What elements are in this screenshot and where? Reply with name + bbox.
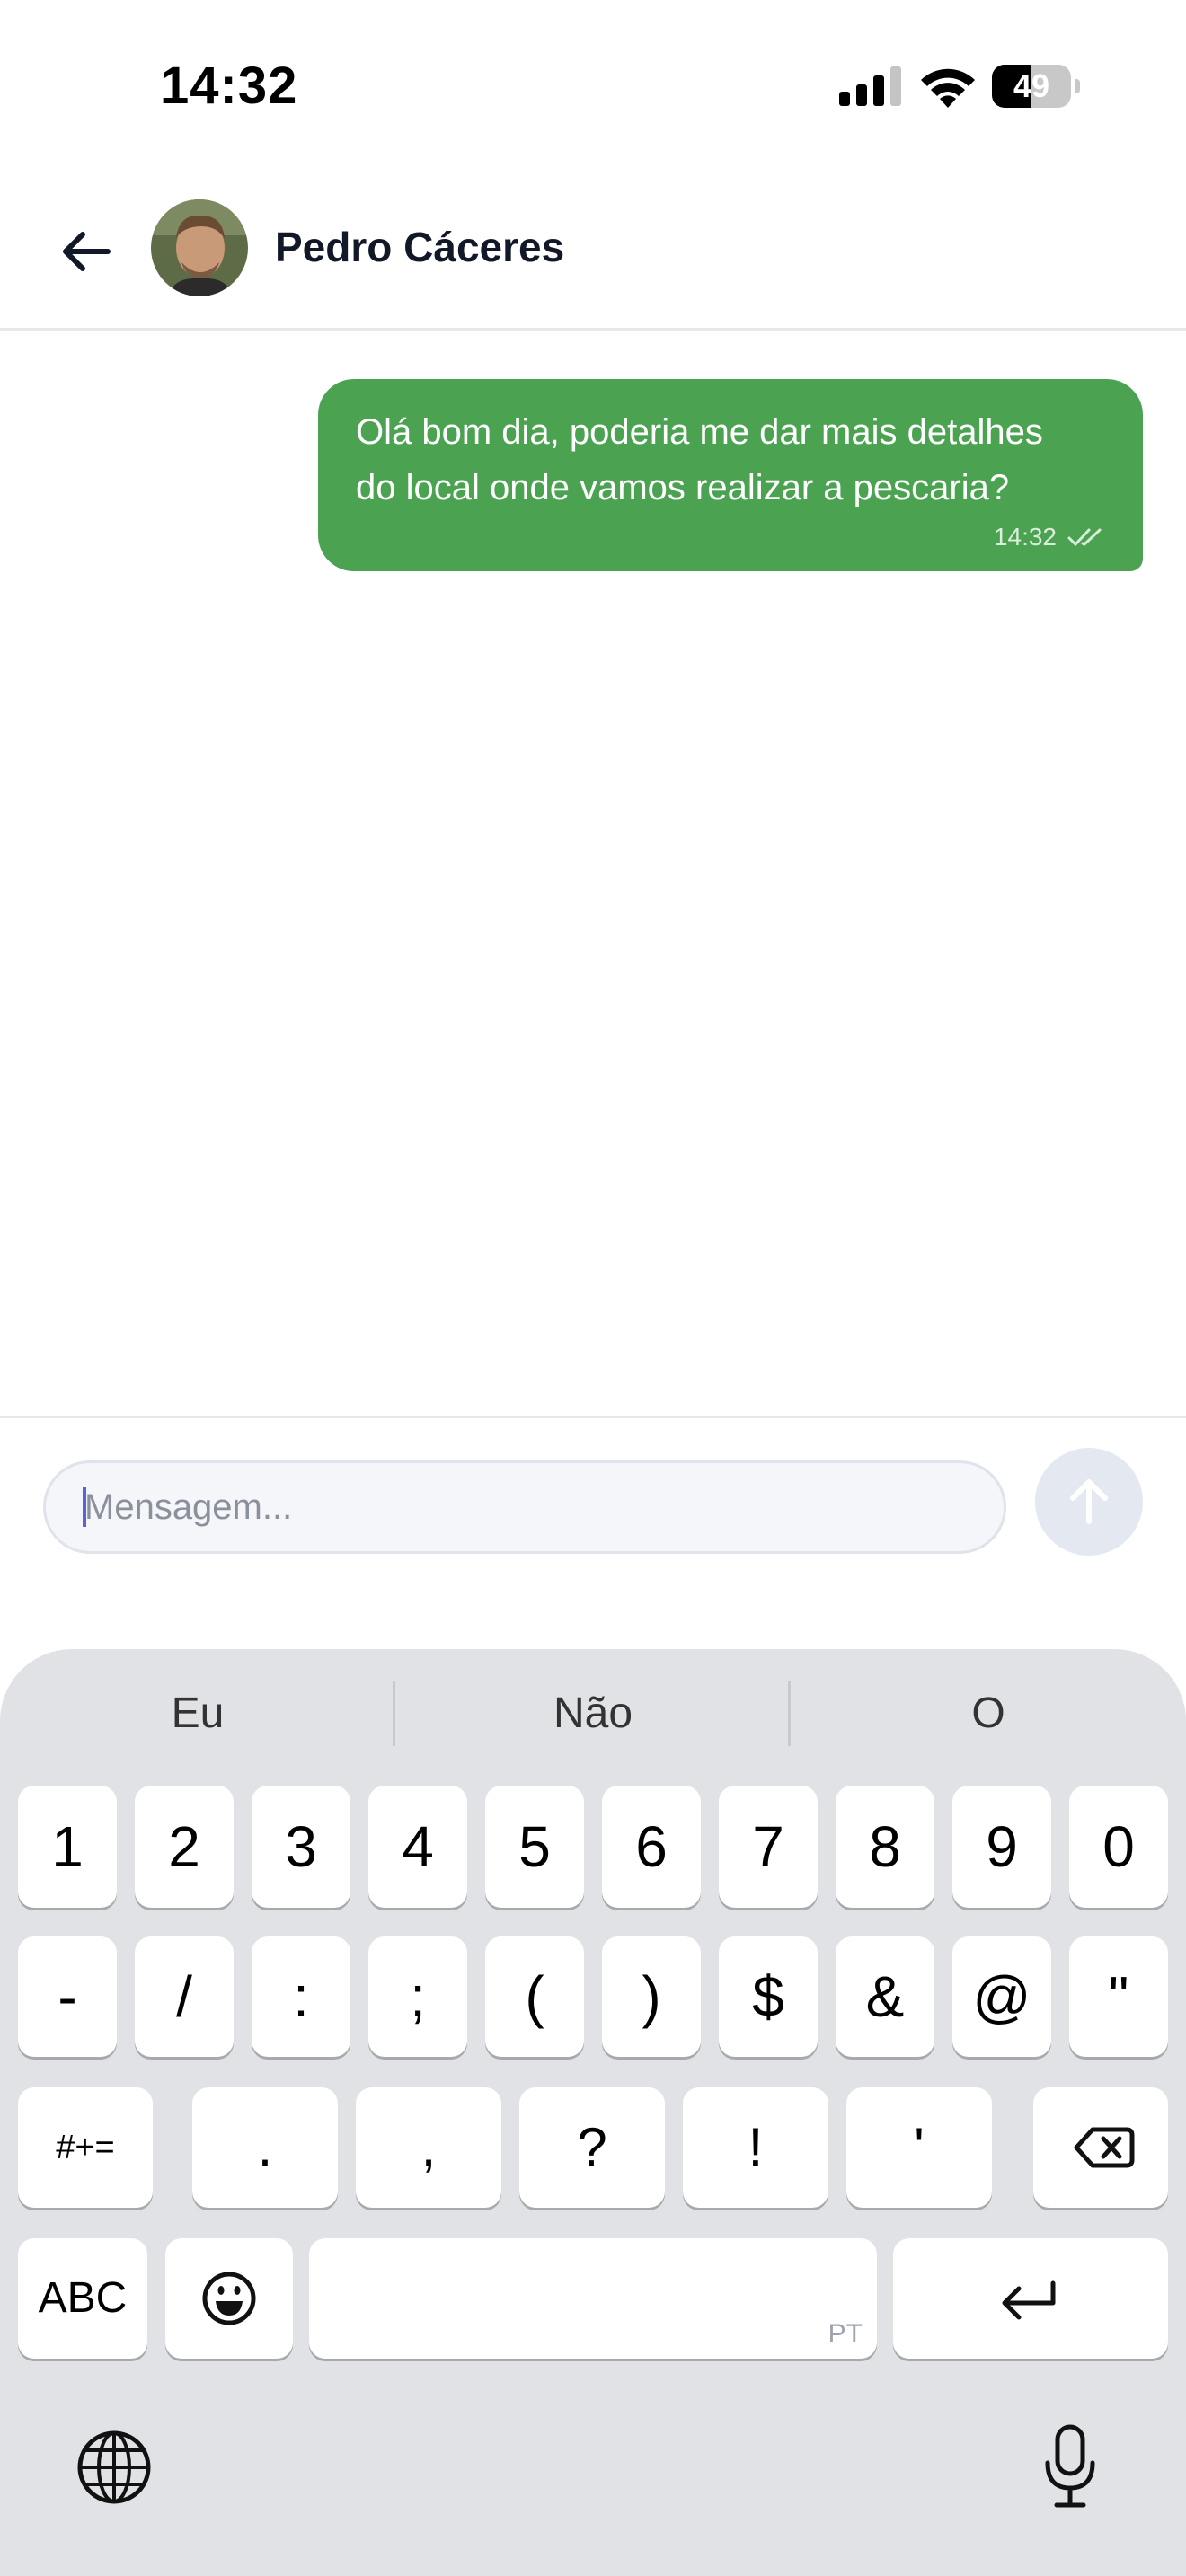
return-key[interactable] [893,2238,1168,2359]
emoji-key[interactable] [165,2238,293,2359]
back-arrow-icon[interactable] [56,220,119,283]
message-meta: 14:32 [994,523,1105,551]
key-3[interactable]: 3 [252,1786,350,1908]
space-language-label: PT [828,2319,863,2349]
delete-key[interactable] [1033,2087,1168,2208]
send-button[interactable] [1035,1448,1143,1556]
arrow-up-icon [1070,1479,1108,1524]
key-abc[interactable]: ABC [18,2238,147,2359]
key-close-paren[interactable]: ) [602,1936,701,2057]
outgoing-message-bubble[interactable]: Olá bom dia, poderia me dar mais detalhe… [318,379,1143,571]
key-at[interactable]: @ [952,1936,1051,2057]
emoji-icon [202,2272,256,2325]
cellular-signal-icon [839,66,901,106]
globe-icon[interactable] [75,2429,153,2506]
key-slash[interactable]: / [135,1936,234,2057]
key-2[interactable]: 2 [135,1786,234,1908]
key-quote[interactable]: " [1069,1936,1168,2057]
contact-name[interactable]: Pedro Cáceres [275,223,564,271]
message-text-line-1: Olá bom dia, poderia me dar mais detalhe… [356,412,1043,452]
message-time: 14:32 [993,523,1057,551]
suggestion-3[interactable]: O [791,1681,1186,1746]
text-cursor [83,1487,86,1527]
key-5[interactable]: 5 [485,1786,584,1908]
key-0[interactable]: 0 [1069,1786,1168,1908]
key-dollar[interactable]: $ [719,1936,818,2057]
suggestion-1[interactable]: Eu [0,1681,395,1746]
key-9[interactable]: 9 [952,1786,1051,1908]
avatar[interactable] [151,199,248,296]
microphone-icon[interactable] [1042,2423,1098,2510]
key-colon[interactable]: : [252,1936,350,2057]
key-more-symbols[interactable]: #+= [18,2087,153,2208]
key-period[interactable]: . [192,2087,338,2208]
key-8[interactable]: 8 [836,1786,934,1908]
return-icon [1002,2280,1056,2320]
backspace-icon [1074,2127,1135,2168]
key-7[interactable]: 7 [719,1786,818,1908]
key-comma[interactable]: , [356,2087,501,2208]
space-key[interactable]: PT [309,2238,877,2359]
key-1[interactable]: 1 [18,1786,117,1908]
key-open-paren[interactable]: ( [485,1936,584,2057]
battery-indicator: 49 [992,65,1080,108]
battery-percentage: 49 [1013,67,1050,104]
key-4[interactable]: 4 [368,1786,467,1908]
key-apostrophe[interactable]: ' [846,2087,992,2208]
wifi-icon [921,68,975,108]
key-question[interactable]: ? [519,2087,665,2208]
message-text-line-2: do local onde vamos realizar a pescaria? [356,468,1010,507]
key-exclamation[interactable]: ! [683,2087,828,2208]
key-ampersand[interactable]: & [836,1936,934,2057]
key-hyphen[interactable]: - [18,1936,117,2057]
key-6[interactable]: 6 [602,1786,701,1908]
suggestion-2[interactable]: Não [395,1681,791,1746]
message-input[interactable] [84,1460,983,1554]
status-time: 14:32 [160,57,298,115]
double-check-icon [1067,528,1102,547]
key-semicolon[interactable]: ; [368,1936,467,2057]
